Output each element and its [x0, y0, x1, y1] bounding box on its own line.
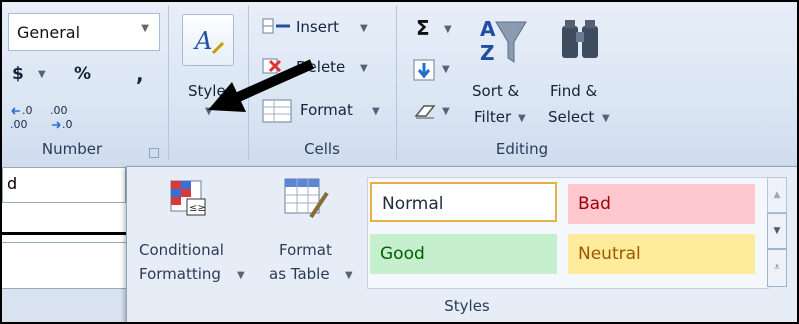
chevron-down-icon[interactable]: ▼: [360, 63, 368, 74]
name-box[interactable]: d: [2, 167, 126, 203]
sheet-divider: [2, 242, 126, 243]
format-table-line2: as Table: [269, 265, 330, 283]
scroll-up-button[interactable]: ▲: [767, 177, 787, 213]
increase-decimal-icon: .0 .00: [10, 104, 33, 131]
ribbon-home: General ▼ $ ▼ % , .0 .00 .00 .0 Number A…: [2, 2, 797, 167]
chevron-down-icon[interactable]: ▼: [345, 270, 353, 281]
insert-cells-icon: [262, 18, 290, 34]
sort-filter-button[interactable]: A Z Sort & Filter ▼: [470, 12, 540, 132]
cell-styles-gallery: Normal Bad Good Neutral: [367, 177, 769, 289]
format-as-table-icon: [284, 178, 329, 219]
cell-style-normal[interactable]: Normal: [370, 182, 557, 222]
svg-text:A: A: [193, 27, 212, 55]
currency-button[interactable]: $: [12, 64, 24, 84]
cell-style-label: Neutral: [578, 244, 641, 264]
number-format-combo[interactable]: General ▼: [8, 13, 160, 51]
svg-text:.00: .00: [50, 104, 68, 117]
number-format-value: General: [17, 23, 81, 42]
svg-text:.0: .0: [22, 104, 33, 117]
scroll-down-button[interactable]: ▼: [767, 213, 787, 249]
format-table-line1: Format: [279, 241, 332, 259]
cell-style-label: Normal: [382, 194, 444, 214]
dialog-launcher-icon[interactable]: [149, 148, 159, 158]
cell-style-bad[interactable]: Bad: [568, 184, 755, 224]
chevron-down-icon[interactable]: ▼: [602, 113, 610, 124]
cell-style-label: Good: [380, 244, 425, 264]
styles-popup: ≤≥ Conditional Formatting ▼ Format as Ta…: [126, 166, 797, 322]
fill-button[interactable]: ▼: [412, 58, 452, 84]
chevron-down-icon[interactable]: ▼: [372, 106, 380, 117]
conditional-line1: Conditional: [139, 241, 224, 259]
svg-text:≤≥: ≤≥: [189, 203, 206, 214]
chevron-down-icon[interactable]: ▼: [442, 64, 450, 75]
chevron-down-icon[interactable]: ▼: [141, 23, 149, 34]
editing-group-label: Editing: [495, 140, 549, 158]
percent-button[interactable]: %: [74, 64, 91, 84]
cell-style-neutral[interactable]: Neutral: [568, 234, 755, 274]
chevron-down-icon[interactable]: ▼: [38, 69, 46, 80]
conditional-line2: Formatting: [139, 265, 221, 283]
annotation-arrow-icon: [208, 59, 315, 112]
chevron-down-icon[interactable]: ▼: [360, 23, 368, 34]
binoculars-icon: [562, 20, 598, 58]
fill-down-icon: [413, 59, 435, 81]
svg-text:.00: .00: [10, 118, 28, 131]
decrease-decimal-icon: .00 .0: [50, 104, 73, 131]
conditional-formatting-button[interactable]: ≤≥ Conditional Formatting ▼: [135, 173, 255, 293]
find-select-button[interactable]: Find & Select ▼: [546, 12, 622, 132]
chevron-down-icon[interactable]: ▼: [237, 270, 245, 281]
cell-style-label: Bad: [578, 194, 611, 214]
insert-label: Insert: [296, 18, 340, 36]
clear-button[interactable]: ▼: [412, 100, 452, 126]
svg-text:Z: Z: [480, 41, 495, 65]
column-headers: [2, 288, 126, 322]
svg-text:A: A: [480, 17, 496, 41]
find-select-line2: Select: [548, 108, 595, 126]
decrease-decimal-button[interactable]: .00 .0: [50, 102, 82, 132]
chevron-down-icon[interactable]: ▼: [442, 106, 450, 117]
format-as-table-button[interactable]: Format as Table ▼: [263, 173, 363, 293]
eraser-icon: [414, 105, 436, 119]
cell-style-good[interactable]: Good: [370, 234, 557, 274]
insert-button[interactable]: Insert ▼: [260, 14, 380, 42]
styles-group-label: Styles: [444, 297, 490, 315]
gallery-scroll: ▲ ▼ ⩡: [767, 177, 787, 287]
cells-group-label: Cells: [304, 140, 340, 158]
excel-ribbon-screenshot: General ▼ $ ▼ % , .0 .00 .00 .0 Number A…: [0, 0, 799, 324]
number-group-label: Number: [41, 140, 103, 158]
autosum-button[interactable]: Σ: [416, 16, 430, 40]
chevron-down-icon[interactable]: ▼: [518, 113, 526, 124]
comma-style-button[interactable]: ,: [136, 62, 144, 86]
gallery-more-button[interactable]: ⩡: [767, 249, 787, 287]
sort-filter-line1: Sort &: [472, 82, 520, 100]
chevron-down-icon[interactable]: ▼: [444, 24, 452, 35]
name-box-value: d: [7, 174, 18, 193]
increase-decimal-button[interactable]: .0 .00: [10, 102, 42, 132]
sort-filter-line2: Filter: [474, 108, 512, 126]
svg-text:.0: .0: [62, 118, 73, 131]
group-separator: [396, 6, 397, 160]
sheet-divider: [2, 232, 126, 235]
group-separator: [168, 6, 169, 160]
find-select-line1: Find &: [550, 82, 598, 100]
conditional-formatting-icon: ≤≥: [170, 180, 206, 216]
sort-filter-icon: A Z: [480, 17, 527, 65]
